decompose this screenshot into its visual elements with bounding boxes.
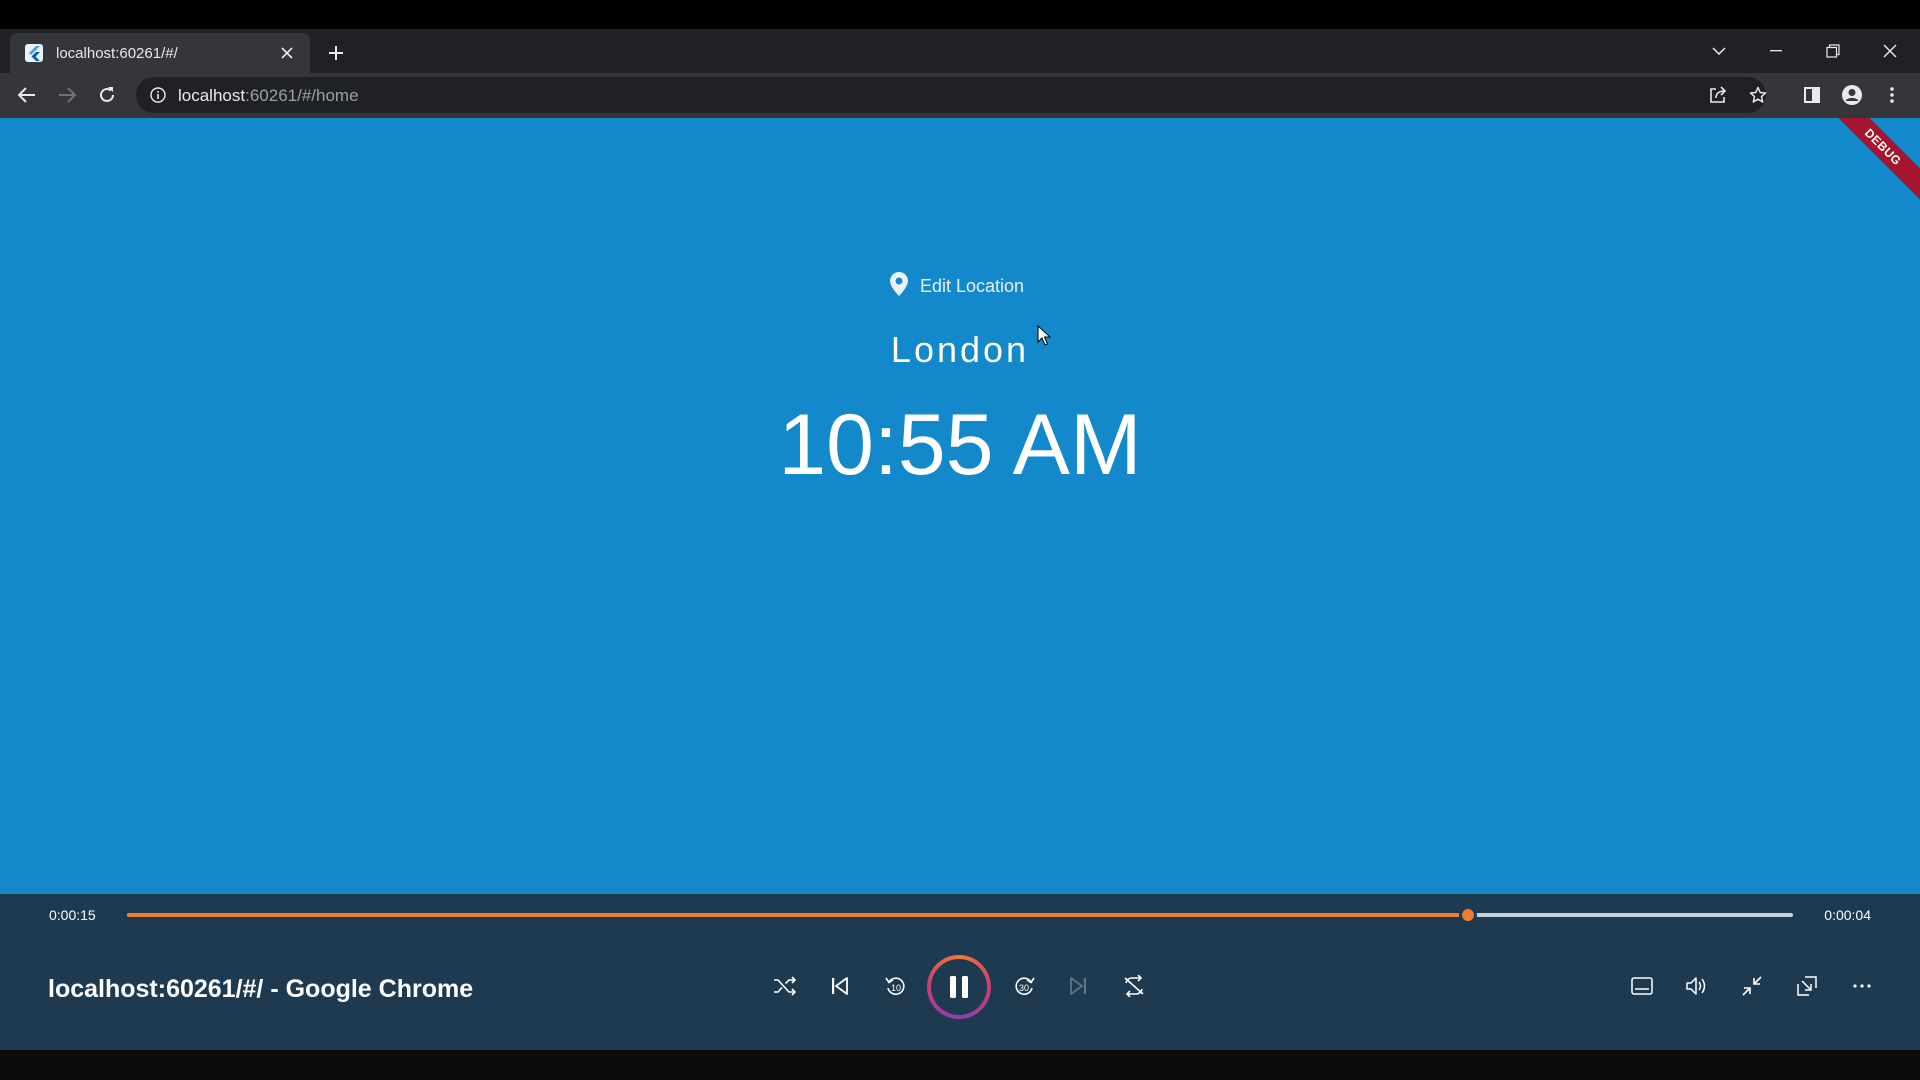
flutter-app: DEBUG Edit Location London 10:55 AM [0, 118, 1920, 894]
svg-text:30: 30 [1019, 983, 1029, 993]
local-time: 10:55 AM [778, 397, 1142, 493]
repeat-icon[interactable] [1112, 964, 1156, 1008]
new-tab-icon[interactable] [322, 39, 350, 67]
edit-location-label: Edit Location [920, 276, 1025, 296]
svg-text:10: 10 [891, 983, 901, 993]
edit-location-button[interactable]: Edit Location [890, 272, 1024, 301]
debug-banner: DEBUG [1822, 118, 1920, 208]
rewind-10-icon[interactable]: 10 [874, 964, 918, 1008]
url-path: :60261/#/home [245, 86, 359, 105]
bookmark-star-icon[interactable] [1744, 81, 1772, 109]
flutter-favicon-icon [24, 43, 44, 63]
location-name: London [890, 329, 1030, 370]
url-host: localhost [178, 86, 246, 105]
restore-window-icon[interactable] [1810, 33, 1856, 69]
browser-toolbar: localhost:60261/#/home [0, 73, 1920, 118]
shuffle-icon[interactable] [763, 964, 807, 1008]
seek-bar[interactable] [127, 906, 1793, 924]
tab-search-chevron-down-icon[interactable] [1696, 33, 1742, 69]
screen-top-bar [0, 0, 1920, 29]
pause-button[interactable] [927, 955, 991, 1019]
back-arrow-icon[interactable] [11, 79, 43, 111]
more-icon[interactable] [1840, 964, 1884, 1008]
share-icon[interactable] [1704, 81, 1732, 109]
volume-icon[interactable] [1675, 964, 1719, 1008]
side-panel-icon[interactable] [1796, 79, 1828, 111]
location-pin-icon [890, 272, 908, 301]
forward-arrow-icon[interactable] [51, 79, 83, 111]
tab-strip: localhost:60261/#/ [0, 29, 1920, 73]
pause-icon [931, 959, 987, 1015]
elapsed-time: 0:00:15 [49, 907, 96, 923]
tab-title: localhost:60261/#/ [56, 44, 178, 62]
captions-icon[interactable] [1620, 964, 1664, 1008]
seek-thumb[interactable] [1459, 906, 1478, 924]
chrome-menu-icon[interactable] [1876, 79, 1908, 111]
minimize-icon[interactable] [1753, 33, 1799, 69]
close-tab-icon[interactable] [276, 42, 298, 64]
address-url: localhost:60261/#/home [178, 86, 359, 106]
exit-fullscreen-icon[interactable] [1730, 964, 1774, 1008]
previous-icon[interactable] [818, 964, 862, 1008]
seek-bar-progress [127, 913, 1469, 917]
site-info-icon[interactable] [148, 85, 168, 105]
media-player-bar: 0:00:15 0:00:04 localhost:60261/#/ - Goo… [0, 894, 1920, 1050]
screen-bottom-bar [0, 1050, 1920, 1080]
profile-avatar-icon[interactable] [1836, 79, 1868, 111]
browser-tab[interactable]: localhost:60261/#/ [10, 33, 310, 73]
next-icon[interactable] [1056, 964, 1100, 1008]
forward-30-icon[interactable]: 30 [1002, 964, 1046, 1008]
reload-icon[interactable] [91, 79, 123, 111]
miniplayer-icon[interactable] [1785, 964, 1829, 1008]
close-window-icon[interactable] [1867, 33, 1913, 69]
address-bar[interactable]: localhost:60261/#/home [136, 77, 1767, 113]
media-title: localhost:60261/#/ - Google Chrome [48, 975, 474, 1003]
mouse-cursor-icon [1037, 324, 1052, 352]
remaining-time: 0:00:04 [1824, 907, 1871, 923]
